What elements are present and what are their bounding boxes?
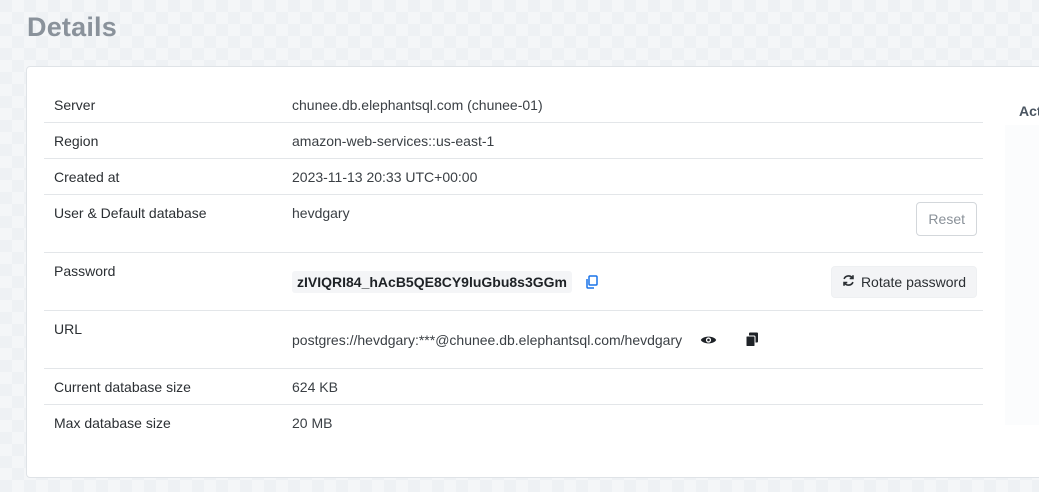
side-panel (1005, 125, 1039, 425)
created-value: 2023-11-13 20:33 UTC+00:00 (282, 158, 983, 195)
password-cell: zIVIQRI84_hAcB5QE8CY9luGbu8s3GGm Rotate … (282, 252, 983, 311)
row-user: User & Default database hevdgary Reset (44, 194, 983, 253)
current-size-label: Current database size (44, 368, 282, 405)
row-password: Password zIVIQRI84_hAcB5QE8CY9luGbu8s3GG… (44, 252, 983, 311)
row-max-size: Max database size 20 MB (44, 405, 983, 441)
max-size-value: 20 MB (292, 414, 333, 431)
page-title: Details (27, 12, 117, 42)
row-region: Region amazon-web-services::us-east-1 (44, 122, 983, 159)
user-value: hevdgary (292, 205, 350, 221)
rotate-password-button[interactable]: Rotate password (830, 265, 977, 298)
row-server: Server chunee.db.elephantsql.com (chunee… (44, 87, 983, 123)
created-label: Created at (44, 158, 282, 195)
rotate-icon (842, 274, 855, 290)
user-label: User & Default database (44, 194, 282, 253)
copy-icon[interactable] (582, 272, 602, 292)
row-created: Created at 2023-11-13 20:33 UTC+00:00 (44, 158, 983, 195)
region-value: amazon-web-services::us-east-1 (282, 122, 983, 159)
url-cell: postgres://hevdgary:***@chunee.db.elepha… (282, 310, 983, 369)
server-label: Server (44, 87, 282, 123)
url-value: postgres://hevdgary:***@chunee.db.elepha… (292, 331, 683, 348)
row-current-size: Current database size 624 KB (44, 368, 983, 405)
current-size-value: 624 KB (282, 368, 983, 405)
reset-button[interactable]: Reset (916, 202, 977, 236)
rotate-password-label: Rotate password (860, 273, 966, 290)
password-value: zIVIQRI84_hAcB5QE8CY9luGbu8s3GGm (292, 270, 572, 293)
eye-icon[interactable] (698, 330, 718, 350)
password-label: Password (44, 252, 282, 311)
max-size-label: Max database size (54, 414, 171, 431)
details-table: Server chunee.db.elephantsql.com (chunee… (44, 87, 983, 440)
side-panel-label: Act (1019, 103, 1039, 119)
clipboard-icon[interactable] (742, 330, 762, 350)
row-url: URL postgres://hevdgary:***@chunee.db.el… (44, 310, 983, 369)
url-label: URL (44, 310, 282, 369)
server-value: chunee.db.elephantsql.com (chunee-01) (282, 87, 983, 123)
region-label: Region (44, 122, 282, 159)
user-cell: hevdgary Reset (282, 194, 983, 253)
details-card: Act Server chunee.db.elephantsql.com (ch… (26, 66, 1039, 478)
